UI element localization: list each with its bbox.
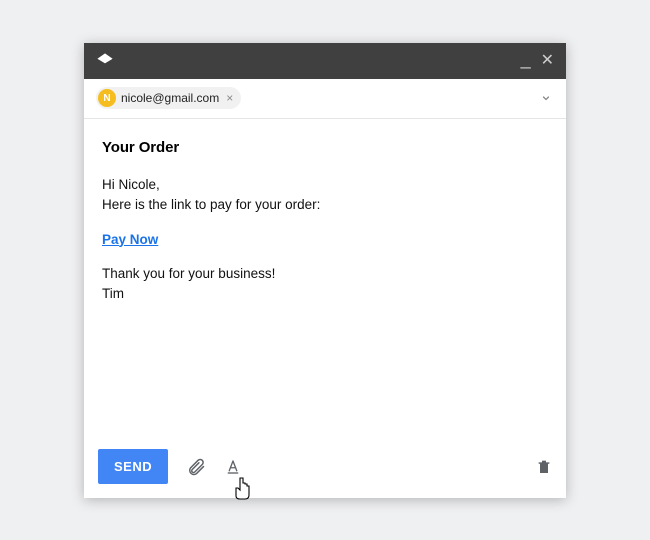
trash-icon[interactable] [536, 458, 552, 476]
mail-open-icon [96, 52, 114, 70]
text-format-icon[interactable] [224, 458, 242, 476]
close-icon[interactable]: ✕ [541, 53, 554, 69]
chevron-down-icon[interactable] [538, 90, 554, 106]
message-body[interactable]: Your Order Hi Nicole, Here is the link t… [84, 119, 566, 446]
minimize-icon[interactable]: _ [521, 56, 531, 66]
send-button[interactable]: SEND [98, 449, 168, 484]
body-closing-1: Thank you for your business! [102, 266, 275, 281]
attachment-icon[interactable] [186, 457, 206, 477]
recipient-email: nicole@gmail.com [121, 91, 219, 105]
pay-now-link[interactable]: Pay Now [102, 230, 158, 250]
remove-recipient-icon[interactable]: × [224, 91, 235, 105]
body-signature: Tim [102, 286, 124, 301]
recipient-chip[interactable]: N nicole@gmail.com × [96, 87, 241, 109]
subject-line: Your Order [102, 137, 548, 160]
compose-window: _ ✕ N nicole@gmail.com × Your Order Hi N… [84, 43, 566, 498]
recipient-row: N nicole@gmail.com × [84, 79, 566, 119]
titlebar: _ ✕ [84, 43, 566, 79]
toolbar: SEND [84, 446, 566, 498]
avatar: N [98, 89, 116, 107]
body-line-1: Here is the link to pay for your order: [102, 197, 320, 212]
body-greeting: Hi Nicole, [102, 177, 160, 192]
